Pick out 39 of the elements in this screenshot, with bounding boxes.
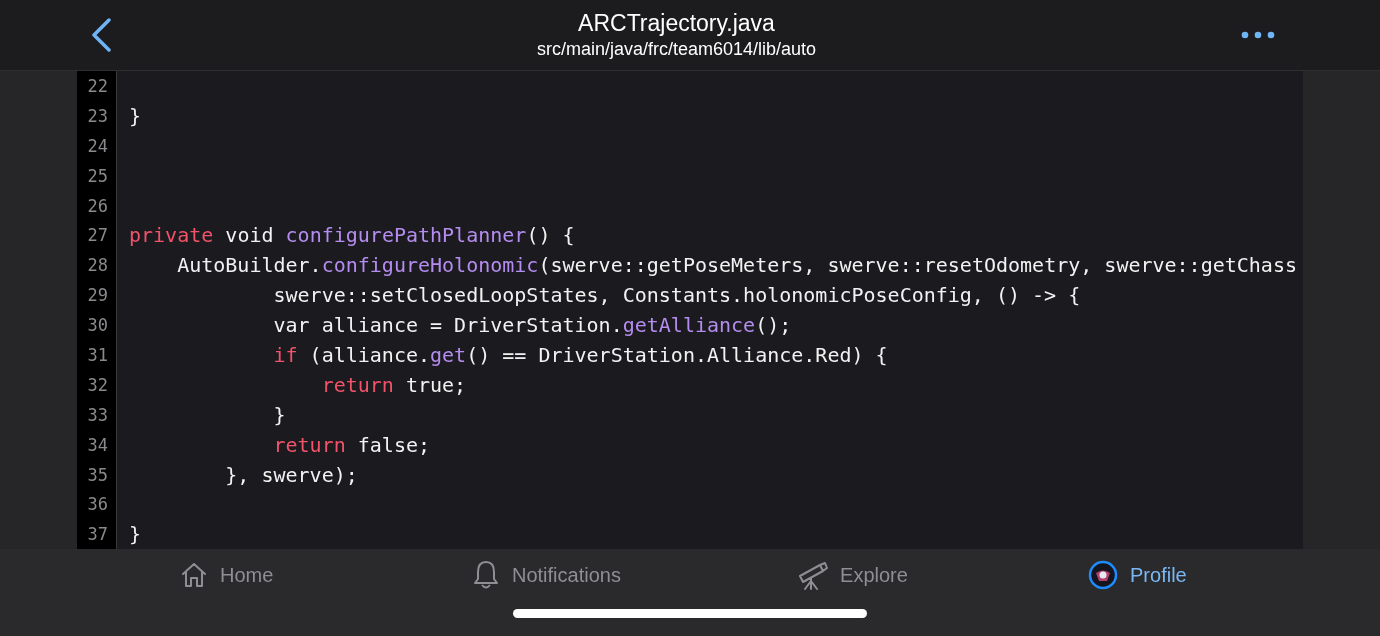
tab-bar-item[interactable]: Notifications [471,559,797,591]
line-number: 30 [77,310,117,340]
avatar-icon [1088,560,1119,590]
file-path: src/main/java/frc/team6014/lib/auto [536,38,817,61]
line-number: 24 [77,130,117,161]
code-line: AutoBuilder.configureHolonomic(swerve::getPoseMeters, swerve::resetOdometry, swerve::getChass [176,253,1297,278]
line-number: 27 [77,220,117,251]
file-title: ARCTrajectory.java [578,9,775,37]
code-line: if (alliance.get() == DriverStation.Alliance.Red) { [272,342,888,367]
line-number: 22 [77,71,117,101]
telescope-icon [796,559,829,591]
code-line: return false; [272,432,431,457]
code-line: } [128,522,142,547]
line-number: 36 [77,489,117,520]
code-line: var alliance = DriverStation.getAlliance(); [272,313,792,338]
code-line: } [272,402,286,427]
line-number: 34 [77,429,117,460]
code-line: return true; [320,372,467,397]
code-line: } [128,103,142,128]
line-number: 35 [77,459,117,490]
code-line: swerve::setClosedLoopStates, Constants.holonomicPoseConfig, () -> { [272,283,1081,308]
line-number: 33 [77,399,117,430]
code-line: }, swerve); [224,462,358,487]
line-number: 26 [77,190,117,221]
code-line: private void configurePathPlanner() { [128,223,575,248]
line-number: 29 [77,280,117,311]
tab-bar-item[interactable]: Profile [1088,559,1380,591]
line-number: 37 [77,519,117,549]
home-icon [180,561,208,589]
bell-icon [471,560,500,590]
tab-bar-item[interactable]: Explore [796,559,1089,591]
back-icon[interactable] [90,18,112,52]
tab-bar-item[interactable]: Home [180,559,472,591]
line-number: 28 [77,250,117,281]
line-number: 31 [77,340,117,370]
line-number: 23 [77,100,117,131]
more-icon[interactable] [1241,31,1275,39]
line-number: 25 [77,160,117,191]
line-number: 32 [77,369,117,400]
